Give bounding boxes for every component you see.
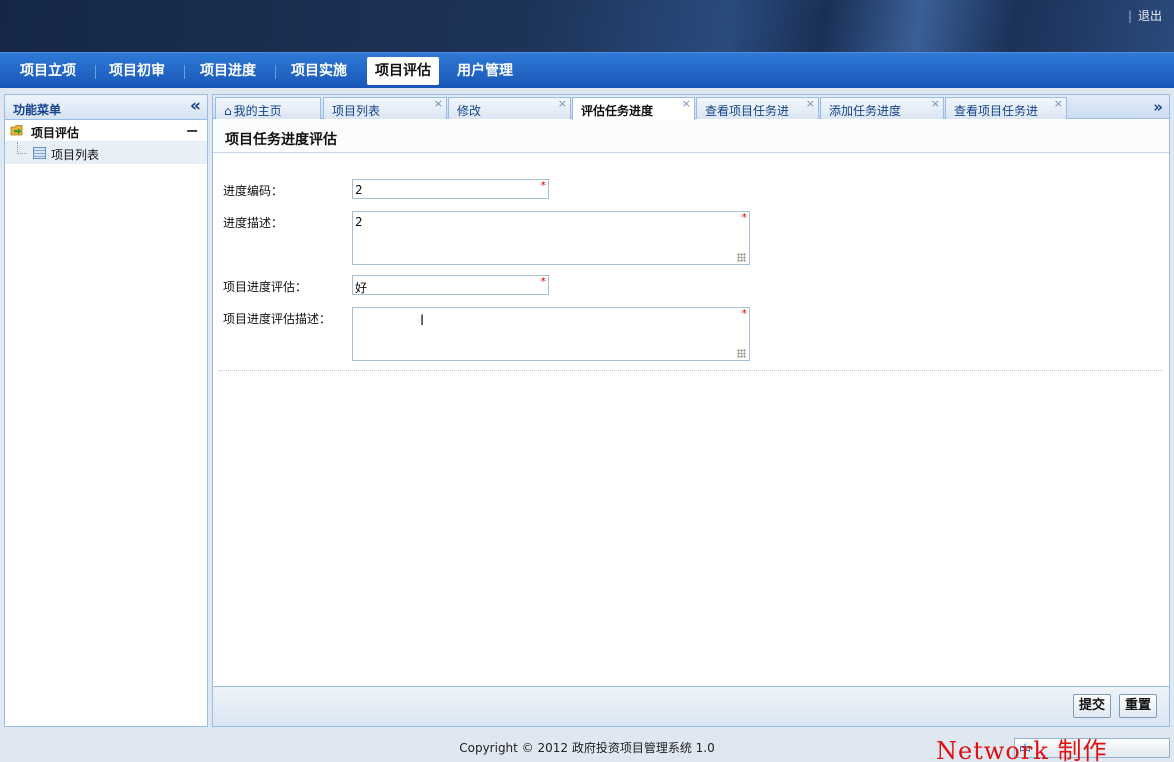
double-chevron-left-icon[interactable]: « (190, 96, 201, 116)
progress-code-value: 2 (355, 183, 363, 197)
tab-view-project-task-progress-2[interactable]: 查看项目任务进 × (945, 97, 1067, 119)
progress-description-label: 进度描述： (223, 216, 284, 230)
sidebar-item-project-list[interactable]: 项目列表 (5, 142, 207, 164)
close-icon[interactable]: × (931, 97, 940, 110)
logout-link[interactable]: | 退出 (1128, 7, 1162, 24)
close-icon[interactable]: × (682, 97, 691, 110)
required-marker: * (540, 179, 547, 192)
function-menu-title: 功能菜单 (13, 103, 62, 117)
main-panel: ⌂ 我的主页 项目列表 × 修改 × 评估任务进度 × 查看项目任务进 × 添加任… (212, 94, 1170, 727)
resize-grip-icon[interactable] (737, 349, 746, 358)
progress-evaluation-value: 好 (355, 281, 368, 295)
top-banner: | 退出 (0, 0, 1174, 52)
required-marker: * (540, 275, 547, 288)
folder-arrow-icon (10, 125, 23, 136)
tab-label: 添加任务进度 (829, 104, 902, 118)
evaluation-description-textarea[interactable]: * (352, 307, 750, 361)
table-list-icon (33, 147, 46, 159)
form-button-bar: 提交 重置 (213, 686, 1169, 726)
sidebar-item-label: 项目列表 (51, 148, 100, 162)
tab-label: 评估任务进度 (581, 104, 654, 118)
progress-code-label: 进度编码： (223, 184, 284, 198)
tree-connector (17, 142, 27, 154)
form-title: 项目任务进度评估 (225, 132, 337, 148)
progress-description-value: 2 (355, 215, 363, 229)
main-nav: 项目立项 项目初审 项目进度 项目实施 项目评估 用户管理 (0, 52, 1174, 88)
collapse-toggle-icon[interactable]: − (186, 121, 199, 140)
nav-item-evaluation[interactable]: 项目评估 (367, 57, 439, 85)
nav-item-project-setup[interactable]: 项目立项 (12, 57, 84, 85)
tab-label: 项目列表 (332, 104, 381, 118)
submit-button[interactable]: 提交 (1073, 694, 1112, 718)
logout-separator: | (1127, 9, 1132, 23)
resize-grip-icon[interactable] (737, 253, 746, 262)
tab-evaluate-task-progress[interactable]: 评估任务进度 × (572, 97, 695, 120)
progress-code-input[interactable]: 2 * (352, 179, 549, 199)
progress-description-textarea[interactable]: 2 * (352, 211, 750, 265)
nav-item-implementation[interactable]: 项目实施 (283, 57, 355, 85)
required-marker: * (741, 211, 748, 224)
progress-evaluation-input[interactable]: 好 * (352, 275, 549, 295)
form-header: 项目任务进度评估 (213, 120, 1169, 153)
nav-divider (95, 65, 96, 79)
nav-item-user-management[interactable]: 用户管理 (449, 57, 521, 85)
nav-divider (184, 65, 185, 79)
menu-group-label: 项目评估 (31, 126, 80, 140)
logout-label[interactable]: 退出 (1138, 9, 1162, 23)
nav-divider (275, 65, 276, 79)
function-menu-panel: 功能菜单 « 项目评估 − 项目列表 (4, 94, 208, 727)
tab-project-list[interactable]: 项目列表 × (323, 97, 447, 119)
nav-item-progress[interactable]: 项目进度 (192, 57, 264, 85)
close-icon[interactable]: × (1054, 97, 1063, 110)
reset-button[interactable]: 重置 (1119, 694, 1158, 718)
form-divider (219, 370, 1163, 371)
close-icon[interactable]: × (558, 97, 567, 110)
nav-item-initial-review[interactable]: 项目初审 (101, 57, 173, 85)
form-body: 进度编码： 2 * 进度描述： 2 * 项目进度评估： 好 * 项目进度评估描述… (213, 154, 1169, 687)
text-cursor-icon: I (420, 313, 425, 329)
double-chevron-down-icon[interactable]: » (1153, 98, 1163, 116)
tab-label: 查看项目任务进 (705, 104, 790, 118)
function-menu-header: 功能菜单 « (5, 95, 207, 120)
tab-add-task-progress[interactable]: 添加任务进度 × (820, 97, 944, 119)
watermark: Network 制作 (936, 737, 1108, 762)
progress-evaluation-label: 项目进度评估： (223, 280, 308, 294)
tab-label: 我的主页 (233, 104, 282, 118)
tab-label: 修改 (457, 104, 482, 118)
required-marker: * (741, 307, 748, 320)
close-icon[interactable]: × (434, 97, 443, 110)
menu-group-evaluation[interactable]: 项目评估 − (5, 120, 207, 142)
tab-view-project-task-progress[interactable]: 查看项目任务进 × (696, 97, 819, 119)
tab-label: 查看项目任务进 (954, 104, 1039, 118)
home-icon: ⌂ (224, 104, 232, 118)
tab-home[interactable]: ⌂ 我的主页 (215, 97, 321, 119)
evaluation-description-label: 项目进度评估描述： (223, 312, 332, 326)
tab-edit[interactable]: 修改 × (448, 97, 571, 119)
tab-bar: ⌂ 我的主页 项目列表 × 修改 × 评估任务进度 × 查看项目任务进 × 添加任… (213, 95, 1169, 120)
close-icon[interactable]: × (806, 97, 815, 110)
